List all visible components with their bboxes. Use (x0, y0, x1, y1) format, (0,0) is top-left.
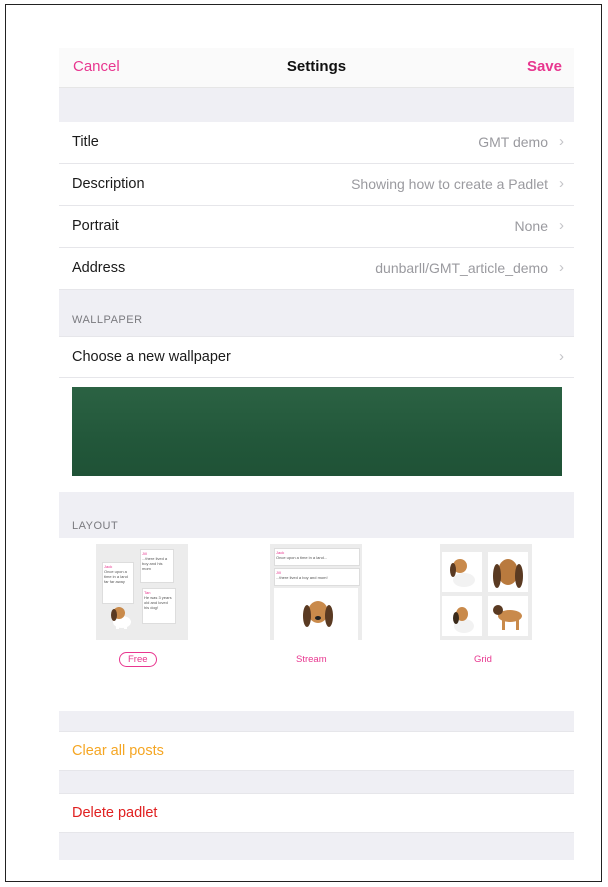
screenshot-frame: Cancel Settings Save Title GMT demo › De… (5, 4, 602, 882)
layout-grid-thumbnail[interactable] (440, 544, 532, 640)
save-button[interactable]: Save (527, 58, 562, 75)
image-card (274, 588, 358, 640)
note-text: ...there lived a boy and mom! (276, 575, 328, 580)
clear-all-posts-row[interactable]: Clear all posts (59, 731, 574, 771)
note-text: ...there lived a boy and his mom (142, 556, 168, 571)
note-card: Jack Once upon a time in a land... (274, 548, 360, 566)
note-text: Once upon a time in a land far far away (104, 569, 128, 584)
description-row[interactable]: Description Showing how to create a Padl… (59, 164, 574, 206)
group-spacer (59, 88, 574, 122)
delete-padlet-button[interactable]: Delete padlet (72, 805, 157, 821)
portrait-value: None (514, 218, 548, 234)
title-label: Title (72, 134, 99, 150)
note-card: Jill ...there lived a boy and his mom (140, 549, 174, 583)
description-value: Showing how to create a Padlet (351, 176, 548, 192)
chevron-right-icon: › (559, 348, 564, 365)
layout-option-free[interactable]: Free (119, 652, 157, 667)
title-value: GMT demo (478, 134, 548, 150)
chevron-right-icon: › (559, 175, 564, 192)
dog-image (488, 596, 528, 636)
settings-panel: Cancel Settings Save Title GMT demo › De… (59, 48, 574, 860)
wallpaper-preview[interactable] (72, 387, 562, 476)
address-value: dunbarll/GMT_article_demo (375, 260, 548, 276)
group-spacer (59, 771, 574, 793)
wallpaper-header: WALLPAPER (72, 314, 143, 326)
note-card: Jack Once upon a time in a land far far … (102, 562, 134, 604)
dog-image (442, 552, 482, 592)
portrait-row[interactable]: Portrait None › (59, 206, 574, 248)
clear-all-posts-button[interactable]: Clear all posts (72, 743, 164, 759)
delete-padlet-row[interactable]: Delete padlet (59, 793, 574, 833)
choose-wallpaper-row[interactable]: Choose a new wallpaper › (59, 336, 574, 378)
layout-free-thumbnail[interactable]: Jack Once upon a time in a land far far … (96, 544, 188, 640)
chevron-right-icon: › (559, 133, 564, 150)
dog-image (111, 607, 131, 629)
nav-bar: Cancel Settings Save (59, 48, 574, 88)
layout-section-header: LAYOUT (59, 492, 574, 538)
dog-image (442, 596, 482, 636)
address-row[interactable]: Address dunbarll/GMT_article_demo › (59, 248, 574, 290)
title-row[interactable]: Title GMT demo › (59, 122, 574, 164)
layout-options: Jack Once upon a time in a land far far … (59, 538, 574, 708)
layout-stream-thumbnail[interactable]: Jack Once upon a time in a land... Jill … (270, 544, 362, 640)
note-text: Once upon a time in a land... (276, 555, 328, 560)
address-label: Address (72, 260, 126, 276)
layout-header: LAYOUT (72, 520, 119, 532)
wallpaper-section-header: WALLPAPER (59, 290, 574, 336)
note-card: Jill ...there lived a boy and mom! (274, 568, 360, 586)
layout-option-grid[interactable]: Grid (474, 654, 492, 665)
description-label: Description (72, 176, 145, 192)
note-text: He was 3 years old and loved his dog! (144, 595, 172, 610)
group-spacer (59, 711, 574, 731)
dog-image (488, 552, 528, 592)
layout-option-stream[interactable]: Stream (296, 654, 327, 665)
choose-wallpaper-label: Choose a new wallpaper (72, 349, 231, 365)
note-card: Tan He was 3 years old and loved his dog… (142, 588, 176, 624)
dog-image (303, 601, 333, 640)
chevron-right-icon: › (559, 217, 564, 234)
portrait-label: Portrait (72, 218, 119, 234)
layout-option-free-label: Free (119, 652, 157, 667)
chevron-right-icon: › (559, 259, 564, 276)
group-spacer (59, 833, 574, 860)
page-title: Settings (286, 58, 347, 75)
